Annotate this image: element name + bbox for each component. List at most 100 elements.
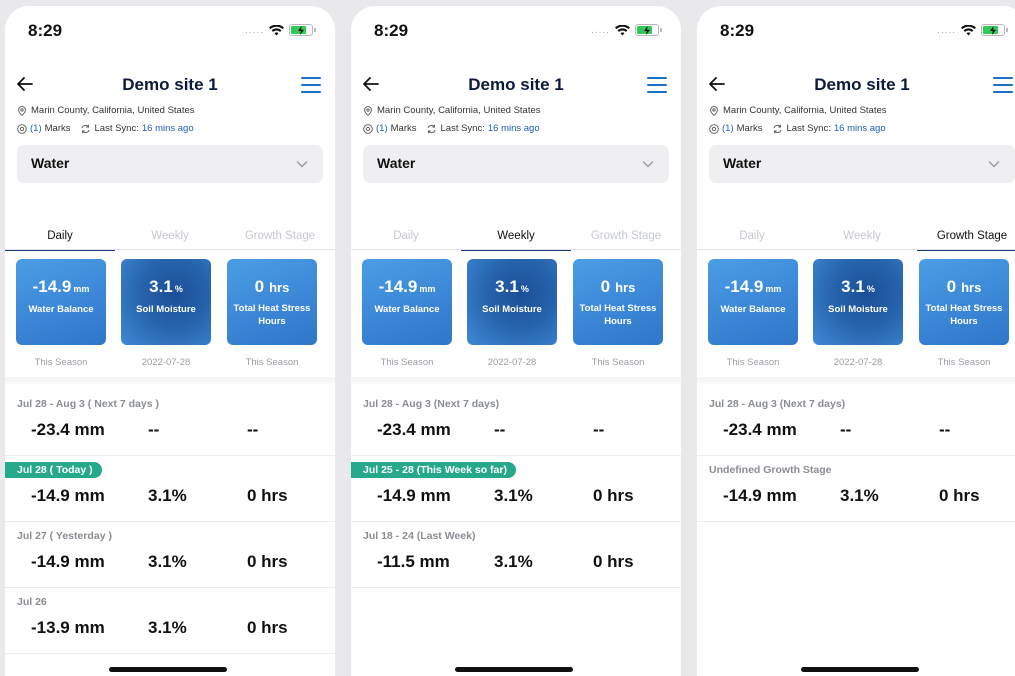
wifi-icon [269,24,284,35]
location-text: Marin County, California, United States [723,105,887,116]
sync-icon[interactable] [425,124,438,134]
current-period-badge: Jul 28 ( Today ) [5,462,102,478]
card-label: Total Heat Stress Hours [925,303,1003,327]
chevron-down-icon [988,161,1000,168]
location-pin-icon [364,105,372,116]
summary-cards: -14.9 mm Water Balance 3.1% Soil Moisture… [351,259,681,389]
soil-moisture-value: 3.1% [840,486,879,505]
tab-weekly[interactable]: Weekly [115,227,225,251]
dropdown-value: Water [31,155,70,171]
heat-stress-value: -- [247,420,259,439]
metric-dropdown[interactable]: Water [363,145,669,183]
location-text: Marin County, California, United States [31,105,195,116]
list-item[interactable]: Jul 26 -13.9 mm 3.1% 0 hrs [5,588,335,654]
heat-stress-card[interactable]: 0 hrs Total Heat Stress Hours [227,259,317,345]
phone-screen: 8:29 ..... Demo site 1 Marin County, Cal… [5,6,335,676]
tab-growth-stage[interactable]: Growth Stage [571,227,681,251]
row-label: Jul 18 - 24 (Last Week) [363,530,476,542]
list-item[interactable]: Jul 28 - Aug 3 ( Next 7 days ) -23.4 mm --… [5,390,335,456]
heat-stress-value: 0 hrs [593,552,634,571]
metric-dropdown[interactable]: Water [17,145,323,183]
status-bar: 8:29 ..... [5,21,335,43]
card-label: Total Heat Stress Hours [579,303,657,327]
card-value: 0 hrs [600,277,636,296]
card-caption: This Season [726,357,780,368]
list-item[interactable]: Jul 25 - 28 (This Week so far) -14.9 mm 3.… [351,456,681,522]
marks-count[interactable]: (1) [376,123,388,134]
status-icons: ..... [245,24,316,36]
tab-weekly[interactable]: Weekly [807,227,917,251]
sync-icon[interactable] [771,124,784,134]
row-label: Jul 28 - Aug 3 (Next 7 days) [709,398,846,410]
marks-label[interactable]: Marks [737,123,763,134]
row-label: Jul 28 - Aug 3 (Next 7 days) [363,398,500,410]
location-text: Marin County, California, United States [377,105,541,116]
card-caption: 2022-07-28 [487,357,537,368]
card-caption: This Season [937,357,991,368]
card-label: Total Heat Stress Hours [233,303,311,327]
water-balance-value: -14.9 mm [31,486,105,505]
nav-header: Demo site 1 [697,74,1015,96]
water-balance-value: -14.9 mm [723,486,797,505]
row-label: Jul 28 - Aug 3 ( Next 7 days ) [17,398,159,410]
home-indicator[interactable] [109,667,227,672]
home-indicator[interactable] [455,667,573,672]
page-title: Demo site 1 [468,75,564,94]
water-balance-card[interactable]: -14.9 mm Water Balance [362,259,452,345]
soil-moisture-card[interactable]: 3.1% Soil Moisture [467,259,557,345]
menu-icon[interactable] [301,77,321,93]
card-label: Water Balance [374,304,440,315]
signal-dots-icon: ..... [591,24,610,36]
list-item[interactable]: Jul 28 - Aug 3 (Next 7 days) -23.4 mm -- -- [697,390,1015,456]
marks-count[interactable]: (1) [30,123,42,134]
soil-moisture-value: -- [840,420,852,439]
tab-daily[interactable]: Daily [697,227,807,251]
metric-dropdown[interactable]: Water [709,145,1015,183]
card-caption: This Season [34,357,88,368]
soil-moisture-value: 3.1% [148,618,187,637]
heat-stress-card[interactable]: 0 hrs Total Heat Stress Hours [919,259,1009,345]
marks-icon [709,123,719,134]
list-item[interactable]: Jul 18 - 24 (Last Week) -11.5 mm 3.1% 0 hrs [351,522,681,588]
dropdown-value: Water [723,155,762,171]
water-balance-card[interactable]: -14.9 mm Water Balance [708,259,798,345]
sync-icon[interactable] [79,124,92,134]
card-value: 3.1% [495,277,529,296]
summary-cards: -14.9 mm Water Balance 3.1% Soil Moisture… [5,259,335,389]
tab-growth-stage[interactable]: Growth Stage [917,227,1015,251]
marks-label[interactable]: Marks [391,123,417,134]
tab-weekly[interactable]: Weekly [461,227,571,251]
card-label: Water Balance [28,304,94,315]
heat-stress-value: -- [593,420,605,439]
soil-moisture-card[interactable]: 3.1% Soil Moisture [121,259,211,345]
card-caption: This Season [245,357,299,368]
soil-moisture-card[interactable]: 3.1% Soil Moisture [813,259,903,345]
list-item[interactable]: Jul 28 - Aug 3 (Next 7 days) -23.4 mm -- -- [351,390,681,456]
card-caption: This Season [380,357,434,368]
water-balance-card[interactable]: -14.9 mm Water Balance [16,259,106,345]
card-value: -14.9 mm [378,277,436,296]
tab-growth-stage[interactable]: Growth Stage [225,227,335,251]
marks-label[interactable]: Marks [45,123,71,134]
tab-daily[interactable]: Daily [351,227,461,251]
status-time: 8:29 [374,21,409,40]
tab-daily[interactable]: Daily [5,227,115,251]
water-balance-value: -23.4 mm [723,420,797,439]
menu-icon[interactable] [647,77,667,93]
home-indicator[interactable] [801,667,919,672]
marks-icon [17,123,27,134]
list-item[interactable]: Jul 28 ( Today ) -14.9 mm 3.1% 0 hrs [5,456,335,522]
soil-moisture-value: 3.1% [148,552,187,571]
status-icons: ..... [937,24,1008,36]
water-balance-value: -13.9 mm [31,618,105,637]
sync-label: Last Sync: [440,123,485,134]
heat-stress-card[interactable]: 0 hrs Total Heat Stress Hours [573,259,663,345]
marks-count[interactable]: (1) [722,123,734,134]
sync-value: 16 mins ago [141,123,194,134]
list-item[interactable]: Jul 27 ( Yesterday ) -14.9 mm 3.1% 0 hrs [5,522,335,588]
list-item[interactable]: Undefined Growth Stage -14.9 mm 3.1% 0 hrs [697,456,1015,522]
menu-icon[interactable] [993,77,1013,93]
dropdown-value: Water [377,155,416,171]
sync-value: 16 mins ago [833,123,886,134]
tab-divider [697,249,1015,250]
